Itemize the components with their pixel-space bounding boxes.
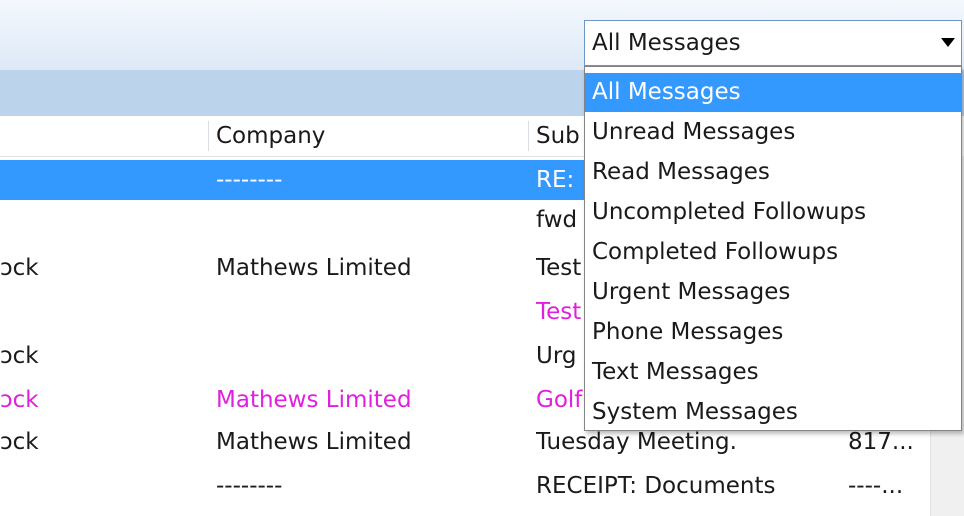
row-subject-cell: RECEIPT: Documents f... [536,473,776,499]
row-from-cell: ɔck [0,429,39,455]
row-from-cell: ɔck [0,343,39,369]
filter-option[interactable]: All Messages [585,73,961,112]
filter-option[interactable]: System Messages [585,393,961,430]
row-company-cell: Mathews Limited [216,387,412,413]
row-code-cell: ----... [848,473,904,499]
row-company-cell: Mathews Limited [216,429,412,455]
filter-option[interactable]: Read Messages [585,153,961,192]
column-header-company[interactable]: Company [216,116,325,156]
dropdown-arrow-icon[interactable] [941,38,955,47]
row-from-cell [0,160,160,200]
row-company-cell [216,292,516,332]
message-filter-value: All Messages [592,30,741,56]
row-company-cell: -------- [216,167,283,193]
filter-option[interactable]: Urgent Messages [585,273,961,312]
row-from-cell [0,466,160,506]
row-from-cell [0,292,160,332]
table-row[interactable]: -------- RECEIPT: Documents f... ----... [0,466,964,506]
row-from-cell [0,200,160,240]
row-from-cell: ɔck [0,255,39,281]
filter-option[interactable]: Phone Messages [585,313,961,352]
filter-option[interactable]: Unread Messages [585,113,961,152]
filter-option[interactable]: Uncompleted Followups [585,193,961,232]
column-header-subject[interactable]: Sub [536,116,580,156]
filter-option[interactable]: Text Messages [585,353,961,392]
row-company-cell: Mathews Limited [216,255,412,281]
row-company-cell [216,200,516,240]
filter-option[interactable]: Completed Followups [585,233,961,272]
column-separator[interactable] [208,121,209,151]
row-company-cell [216,336,516,376]
message-filter-select[interactable]: All Messages [584,20,962,66]
message-filter-dropdown: All Messages Unread Messages Read Messages… [584,66,962,431]
row-from-cell: ɔck [0,387,39,413]
row-company-cell: -------- [216,473,283,499]
column-separator[interactable] [528,121,529,151]
